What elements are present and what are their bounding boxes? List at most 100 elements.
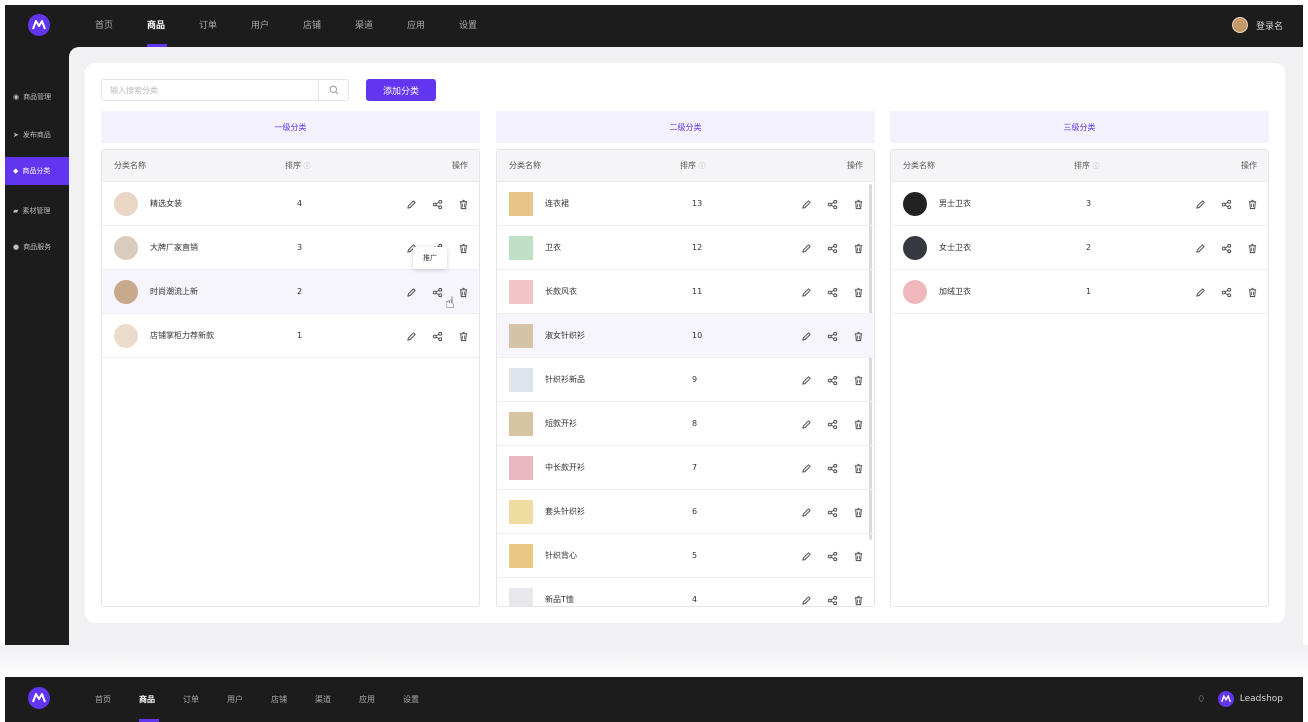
delete-icon[interactable] (1245, 226, 1259, 270)
edit-icon[interactable] (799, 534, 813, 578)
nav-orders[interactable]: 订单 (181, 677, 225, 722)
search-button[interactable] (318, 80, 348, 100)
nav-settings[interactable]: 设置 (401, 677, 445, 722)
nav-channels[interactable]: 渠道 (313, 677, 357, 722)
table-row[interactable]: 卫衣 12 (497, 226, 874, 270)
share-icon[interactable] (430, 314, 444, 358)
share-icon[interactable] (430, 182, 444, 226)
share-icon[interactable] (430, 270, 444, 314)
delete-icon[interactable] (851, 490, 865, 534)
nav-orders[interactable]: 订单 (197, 5, 249, 47)
lightbulb-icon[interactable]: ♢ (1197, 694, 1206, 705)
user-menu[interactable]: 登录名 (1231, 17, 1283, 33)
delete-icon[interactable] (851, 534, 865, 578)
edit-icon[interactable] (799, 578, 813, 606)
delete-icon[interactable] (851, 314, 865, 358)
share-icon[interactable] (825, 270, 839, 314)
table-row[interactable]: 套头针织衫 6 (497, 490, 874, 534)
edit-icon[interactable] (1193, 182, 1207, 226)
table-row[interactable]: 店铺掌柜力荐新款 1 (102, 314, 479, 358)
table-row[interactable]: 针织衫新品 9 (497, 358, 874, 402)
edit-icon[interactable] (404, 314, 418, 358)
edit-icon[interactable] (1193, 270, 1207, 314)
delete-icon[interactable] (851, 270, 865, 314)
sidebar-item-publish[interactable]: ➤ 发布商品 (5, 121, 69, 149)
edit-icon[interactable] (404, 182, 418, 226)
avatar[interactable] (1231, 17, 1248, 33)
edit-icon[interactable] (799, 226, 813, 270)
edit-icon[interactable] (404, 270, 418, 314)
nav-apps[interactable]: 应用 (405, 5, 457, 47)
search-input[interactable] (102, 80, 318, 100)
category-sort: 3 (297, 243, 303, 252)
delete-icon[interactable] (456, 314, 470, 358)
edit-icon[interactable] (799, 314, 813, 358)
share-icon[interactable] (825, 314, 839, 358)
nav-store[interactable]: 店铺 (269, 677, 313, 722)
share-icon[interactable] (825, 490, 839, 534)
share-icon[interactable] (825, 358, 839, 402)
table-row[interactable]: 短款开衫 8 (497, 402, 874, 446)
delete-icon[interactable] (851, 446, 865, 490)
share-icon[interactable] (825, 446, 839, 490)
nav-home[interactable]: 首页 (93, 5, 145, 47)
table-row[interactable]: 男士卫衣 3 (891, 182, 1268, 226)
edit-icon[interactable] (799, 446, 813, 490)
category-sort: 9 (692, 375, 698, 384)
add-category-button[interactable]: 添加分类 (366, 79, 436, 101)
table-row[interactable]: 加绒卫衣 1 (891, 270, 1268, 314)
nav-goods[interactable]: 商品 (137, 677, 181, 722)
sidebar-item-materials[interactable]: ▰ 素材管理 (5, 197, 69, 225)
delete-icon[interactable] (851, 226, 865, 270)
table-row[interactable]: 淑女针织衫 10 (497, 314, 874, 358)
sidebar-item-goods-manage[interactable]: ◉ 商品管理 (5, 83, 69, 111)
delete-icon[interactable] (851, 182, 865, 226)
delete-icon[interactable] (851, 578, 865, 606)
category-thumbnail (903, 192, 927, 216)
share-icon[interactable] (825, 182, 839, 226)
table-row[interactable]: 精选女装 4 (102, 182, 479, 226)
edit-icon[interactable] (799, 490, 813, 534)
share-icon[interactable] (825, 402, 839, 446)
logo-icon[interactable] (28, 687, 50, 709)
sidebar-item-category[interactable]: ◆ 商品分类 (5, 157, 69, 185)
table-row[interactable]: 女士卫衣 2 (891, 226, 1268, 270)
table-row[interactable]: 长款风衣 11 (497, 270, 874, 314)
share-icon[interactable] (825, 578, 839, 606)
delete-icon[interactable] (456, 182, 470, 226)
table-row[interactable]: 时尚潮流上新 2 (102, 270, 479, 314)
nav-apps[interactable]: 应用 (357, 677, 401, 722)
logo-icon[interactable] (28, 14, 50, 36)
edit-icon[interactable] (799, 402, 813, 446)
table-row[interactable]: 新品T恤 4 (497, 578, 874, 606)
user-name[interactable]: 登录名 (1256, 19, 1283, 32)
brand-logo-icon (1217, 691, 1234, 707)
delete-icon[interactable] (851, 358, 865, 402)
delete-icon[interactable] (851, 402, 865, 446)
nav-settings[interactable]: 设置 (457, 5, 509, 47)
share-icon[interactable] (825, 534, 839, 578)
share-icon[interactable] (1219, 182, 1233, 226)
delete-icon[interactable] (456, 226, 470, 270)
sidebar-item-service[interactable]: ● 商品服务 (5, 233, 69, 261)
table-row[interactable]: 中长款开衫 7 (497, 446, 874, 490)
delete-icon[interactable] (1245, 270, 1259, 314)
delete-icon[interactable] (1245, 182, 1259, 226)
edit-icon[interactable] (799, 182, 813, 226)
nav-users[interactable]: 用户 (249, 5, 301, 47)
edit-icon[interactable] (1193, 226, 1207, 270)
table-row[interactable]: 针织背心 5 (497, 534, 874, 578)
nav-goods[interactable]: 商品 (145, 5, 197, 47)
bottom-user-menu[interactable]: ♢ Leadshop (1197, 691, 1283, 707)
nav-users[interactable]: 用户 (225, 677, 269, 722)
share-icon[interactable] (825, 226, 839, 270)
nav-store[interactable]: 店铺 (301, 5, 353, 47)
edit-icon[interactable] (799, 358, 813, 402)
share-icon[interactable] (1219, 270, 1233, 314)
delete-icon[interactable] (456, 270, 470, 314)
share-icon[interactable] (1219, 226, 1233, 270)
edit-icon[interactable] (799, 270, 813, 314)
nav-home[interactable]: 首页 (93, 677, 137, 722)
nav-channels[interactable]: 渠道 (353, 5, 405, 47)
table-row[interactable]: 连衣裙 13 (497, 182, 874, 226)
